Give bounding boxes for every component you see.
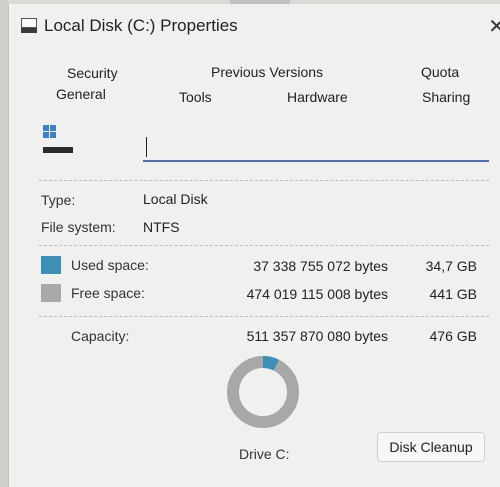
file-system-value: NTFS [143, 219, 180, 235]
used-space-swatch [41, 256, 61, 274]
title-bar[interactable]: Local Disk (C:) Properties ✕ [9, 4, 500, 48]
tab-general[interactable]: General [56, 86, 106, 102]
background-window-strip [0, 0, 8, 487]
window-title: Local Disk (C:) Properties [44, 16, 238, 35]
tab-sharing[interactable]: Sharing [422, 89, 470, 105]
capacity-label: Capacity: [71, 328, 130, 344]
drive-icon [43, 123, 73, 155]
type-value: Local Disk [143, 191, 208, 207]
separator [39, 180, 489, 181]
used-space-label: Used space: [71, 257, 149, 273]
tab-security[interactable]: Security [67, 65, 118, 81]
drive-name-input[interactable] [143, 130, 497, 160]
free-space-size: 441 GB [429, 286, 477, 302]
tab-quota[interactable]: Quota [421, 64, 459, 80]
file-system-label: File system: [41, 219, 116, 235]
capacity-bytes: 511 357 870 080 bytes [246, 328, 388, 344]
drive-name-field[interactable] [143, 130, 497, 162]
donut-free-ring [227, 356, 299, 428]
tab-previous-versions[interactable]: Previous Versions [211, 64, 323, 80]
free-space-bytes: 474 019 115 008 bytes [246, 286, 388, 302]
separator [39, 245, 489, 246]
text-caret [146, 137, 147, 157]
drive-title-icon [21, 18, 37, 34]
free-space-swatch [41, 284, 61, 302]
capacity-size: 476 GB [429, 328, 477, 344]
disk-cleanup-button[interactable]: Disk Cleanup [377, 432, 485, 462]
free-space-label: Free space: [71, 285, 145, 301]
type-label: Type: [41, 192, 76, 208]
tab-tools[interactable]: Tools [179, 89, 212, 105]
drive-label: Drive C: [239, 446, 290, 462]
properties-dialog: Local Disk (C:) Properties ✕ Security Pr… [8, 4, 500, 487]
close-button[interactable]: ✕ [488, 14, 500, 39]
tab-hardware[interactable]: Hardware [287, 89, 348, 105]
used-space-bytes: 37 338 755 072 bytes [253, 258, 388, 274]
used-space-size: 34,7 GB [425, 258, 477, 274]
separator [39, 316, 489, 317]
disk-usage-donut [227, 356, 299, 428]
